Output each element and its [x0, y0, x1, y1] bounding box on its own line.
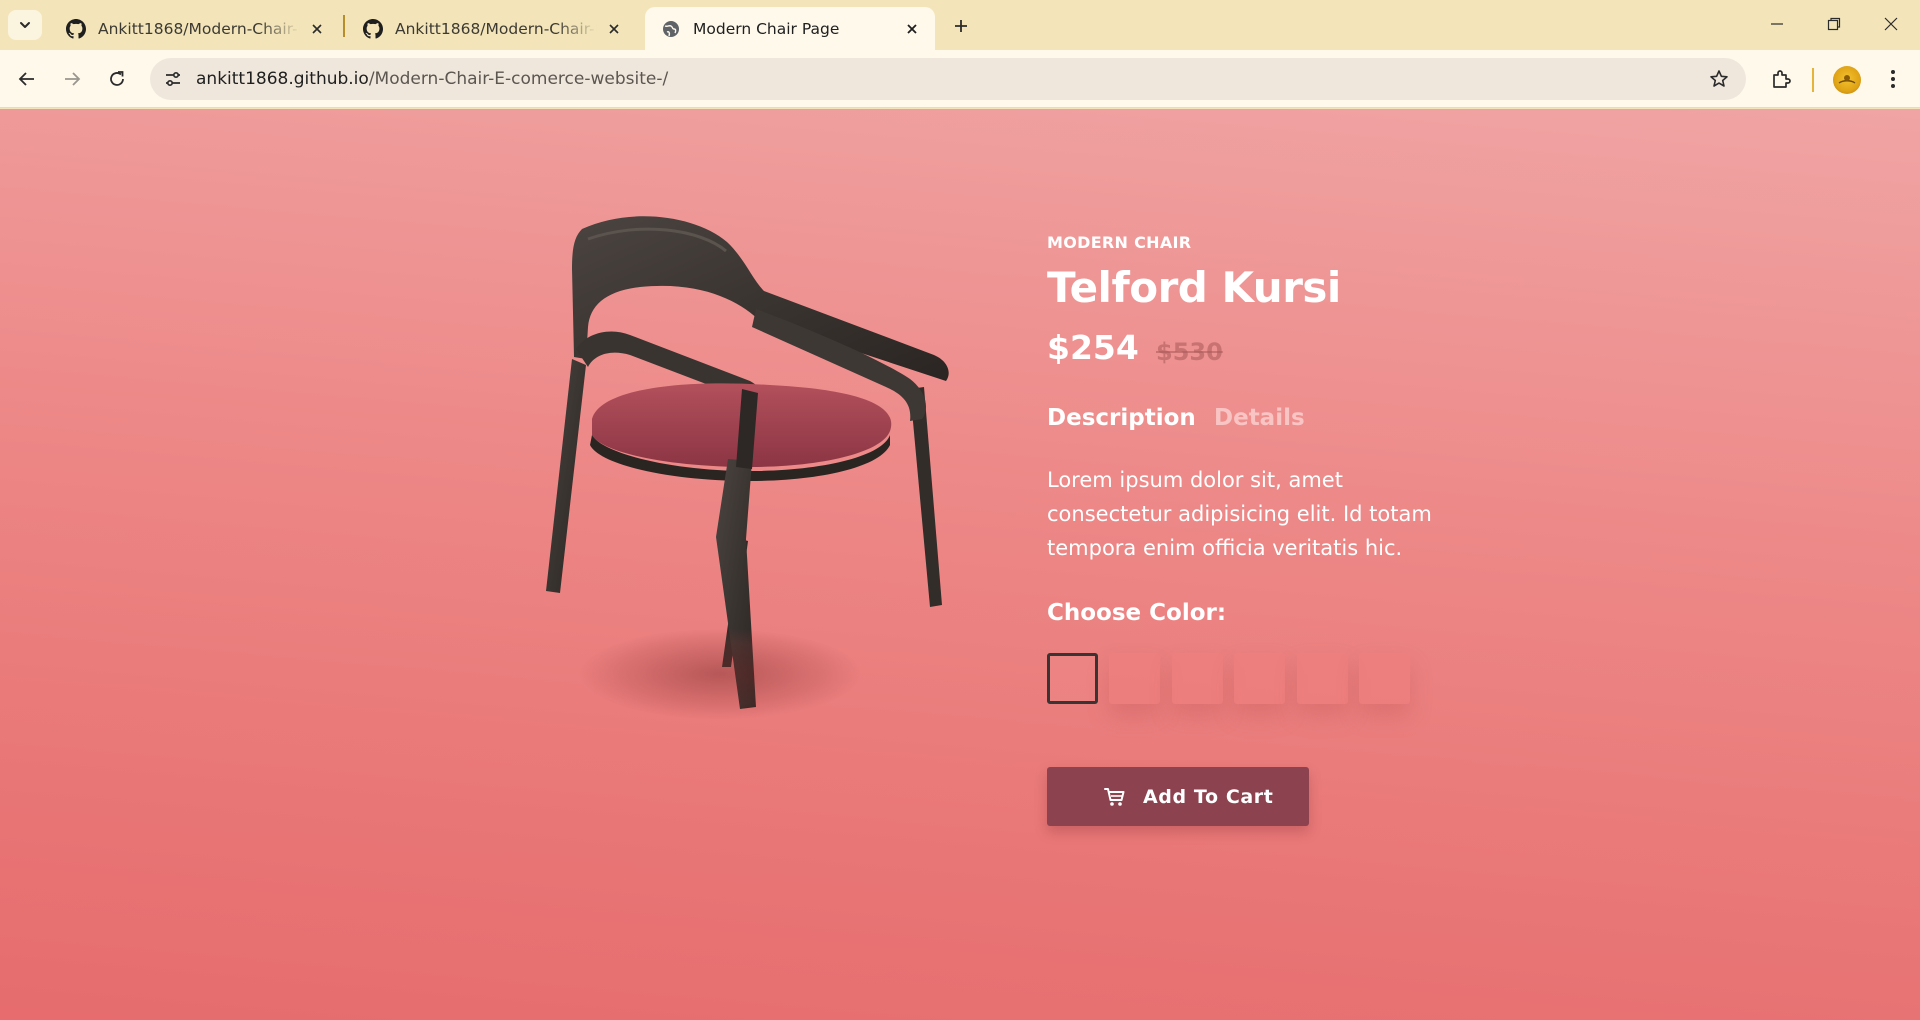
- color-swatch-1[interactable]: [1047, 653, 1098, 704]
- toolbar-separator: [1812, 68, 1814, 92]
- add-to-cart-button[interactable]: Add To Cart: [1047, 767, 1309, 826]
- avatar-icon: [1838, 75, 1856, 84]
- tab-separator: [343, 15, 345, 37]
- tab-title: Modern Chair Page: [693, 19, 840, 38]
- cart-icon: [1103, 785, 1127, 809]
- add-to-cart-label: Add To Cart: [1143, 785, 1274, 808]
- arrow-left-icon: [18, 72, 34, 86]
- restore-button[interactable]: [1805, 0, 1863, 48]
- chair-shadow: [580, 629, 860, 719]
- browser-toolbar: ankitt1868.github.io/Modern-Chair-E-come…: [0, 50, 1920, 108]
- puzzle-icon: [1773, 70, 1791, 88]
- forward-button[interactable]: [53, 60, 91, 98]
- product-description: Lorem ipsum dolor sit, amet consectetur …: [1047, 468, 1432, 560]
- browser-tab-1[interactable]: Ankitt1868/Modern-Chair-E-co: [50, 7, 340, 50]
- choose-color-label: Choose Color:: [1047, 600, 1227, 626]
- reload-button[interactable]: [98, 60, 136, 98]
- back-button[interactable]: [8, 60, 46, 98]
- address-bar[interactable]: ankitt1868.github.io/Modern-Chair-E-come…: [150, 58, 1746, 100]
- close-icon: [1884, 17, 1898, 31]
- browser-tab-strip: Ankitt1868/Modern-Chair-E-co Ankitt1868/…: [0, 0, 1920, 50]
- close-icon[interactable]: [603, 18, 625, 40]
- minimize-button[interactable]: [1748, 0, 1806, 48]
- browser-tab-active[interactable]: Modern Chair Page: [645, 7, 935, 50]
- product-category: MODERN CHAIR: [1047, 233, 1192, 252]
- globe-icon: [661, 19, 681, 39]
- close-icon[interactable]: [901, 18, 923, 40]
- bookmark-star-icon[interactable]: [1706, 66, 1732, 92]
- tab-title: Ankitt1868/Modern-Chair-E-co: [395, 19, 597, 38]
- tab-search-button[interactable]: [8, 10, 42, 40]
- close-icon[interactable]: [306, 18, 328, 40]
- new-tab-button[interactable]: [945, 12, 977, 40]
- more-vertical-icon: [1891, 70, 1895, 88]
- chair-product-image: [490, 209, 980, 729]
- close-window-button[interactable]: [1862, 0, 1920, 48]
- color-swatch-2[interactable]: [1109, 653, 1160, 704]
- color-swatch-4[interactable]: [1234, 653, 1285, 704]
- product-price: $254: [1047, 328, 1139, 367]
- arrow-right-icon: [65, 72, 81, 86]
- chevron-down-icon: [20, 22, 30, 28]
- url-path: /Modern-Chair-E-comerce-website-/: [368, 69, 669, 89]
- browser-tab-2[interactable]: Ankitt1868/Modern-Chair-E-co: [347, 7, 637, 50]
- product-page: MODERN CHAIR Telford Kursi $254 $530 Des…: [0, 109, 1920, 1020]
- product-title: Telford Kursi: [1047, 263, 1341, 312]
- site-info-icon[interactable]: [158, 64, 188, 94]
- minimize-icon: [1771, 23, 1783, 25]
- url-text: ankitt1868.github.io/Modern-Chair-E-come…: [196, 69, 668, 89]
- color-swatch-6[interactable]: [1359, 653, 1410, 704]
- color-swatch-5[interactable]: [1297, 653, 1348, 704]
- reload-icon: [110, 71, 124, 86]
- browser-menu-button[interactable]: [1874, 60, 1912, 98]
- color-swatch-3[interactable]: [1172, 653, 1223, 704]
- plus-icon: [955, 20, 967, 32]
- extensions-button[interactable]: [1762, 60, 1800, 98]
- tab-description[interactable]: Description: [1047, 405, 1196, 431]
- github-icon: [363, 18, 383, 39]
- github-icon: [66, 18, 86, 39]
- url-domain: ankitt1868.github.io: [196, 69, 369, 89]
- tab-details[interactable]: Details: [1214, 405, 1305, 431]
- tab-title: Ankitt1868/Modern-Chair-E-co: [98, 19, 300, 38]
- profile-avatar[interactable]: [1833, 66, 1861, 94]
- restore-icon: [1827, 17, 1841, 31]
- product-old-price: $530: [1156, 338, 1223, 366]
